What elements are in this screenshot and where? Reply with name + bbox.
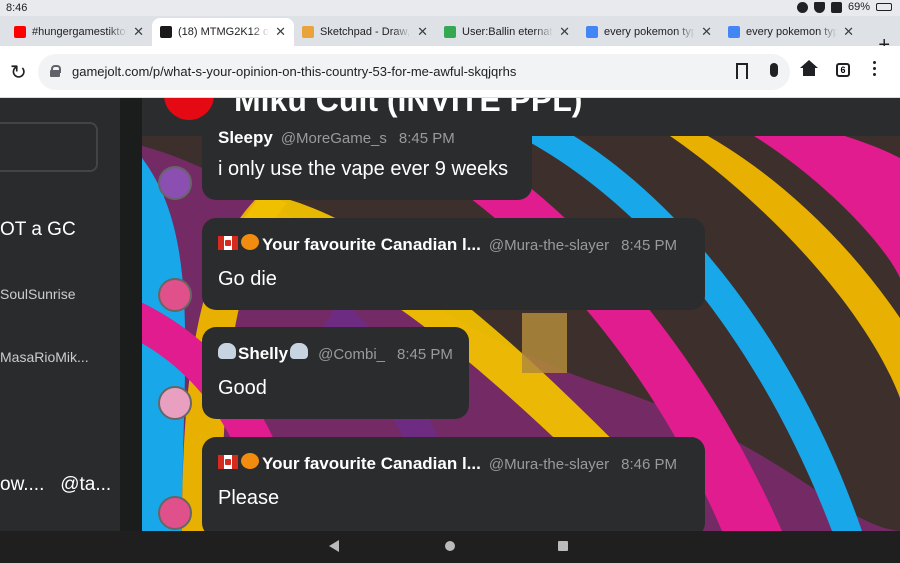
pumpkin-icon [241, 453, 259, 469]
avatar[interactable] [158, 496, 192, 530]
tab-user-ballin[interactable]: User:Ballin eternatus ✕ [436, 18, 578, 46]
lock-icon[interactable] [50, 65, 61, 77]
message-handle[interactable]: @Combi_ [318, 346, 385, 363]
address-bar[interactable]: gamejolt.com/p/what-s-your-opinion-on-th… [38, 54, 790, 90]
pumpkin-icon [241, 234, 259, 250]
sidebar-search-input[interactable] [0, 122, 98, 172]
message-bubble: Sleepy @MoreGame_s 8:45 PM i only use th… [202, 118, 532, 200]
airplane-icon [830, 1, 842, 13]
tab-strip: #hungergamestiktok ✕ (18) MTMG2K12 on G … [0, 16, 900, 56]
message-text: Please [218, 487, 280, 509]
notification-icon [796, 1, 808, 13]
message-time: 8:45 PM [397, 346, 453, 363]
sidebar-item[interactable]: MasaRioMik... [0, 349, 89, 365]
bookmark-icon[interactable] [736, 63, 748, 79]
status-icons: 69% [796, 1, 892, 13]
avatar[interactable] [158, 386, 192, 420]
message-bubble: Shelly @Combi_ 8:45 PM Good [202, 327, 469, 419]
status-time: 8:46 [6, 2, 28, 14]
message-bubble: Your favourite Canadian l... @Mura-the-s… [202, 437, 705, 531]
mic-icon[interactable] [770, 63, 778, 77]
close-icon[interactable]: ✕ [701, 24, 712, 40]
android-nav-bar [0, 531, 900, 563]
chat-title: Miku Cult (INVITE PPL) [234, 98, 583, 118]
canada-flag-icon [218, 236, 238, 250]
url-text[interactable]: gamejolt.com/p/what-s-your-opinion-on-th… [72, 64, 516, 79]
message-handle[interactable]: @Mura-the-slayer [489, 456, 609, 473]
close-icon[interactable]: ✕ [843, 24, 854, 40]
message-handle[interactable]: @Mura-the-slayer [489, 237, 609, 254]
wifi-icon [813, 1, 825, 13]
tab-hungergames[interactable]: #hungergamestiktok ✕ [6, 18, 152, 46]
message-time: 8:46 PM [621, 456, 677, 473]
shell-icon [218, 343, 236, 359]
home-icon[interactable] [800, 60, 818, 76]
close-icon[interactable]: ✕ [417, 24, 428, 40]
reload-icon[interactable]: ↻ [10, 60, 27, 85]
message-text: Go die [218, 268, 277, 290]
tab-pokemon-1[interactable]: every pokemon type t ✕ [578, 18, 720, 46]
youtube-icon [14, 26, 26, 38]
wiki-icon [444, 26, 456, 38]
group-avatar[interactable] [164, 98, 214, 120]
tab-mtmg2k12[interactable]: (18) MTMG2K12 on G ✕ [152, 18, 294, 46]
message-username[interactable]: Your favourite Canadian l... [262, 454, 481, 474]
message-time: 8:45 PM [621, 237, 677, 254]
tab-sketchpad[interactable]: Sketchpad - Draw, Cre ✕ [294, 18, 436, 46]
close-icon[interactable]: ✕ [275, 24, 286, 40]
chat-panel: Miku Cult (INVITE PPL) Sleepy @MoreGame_… [142, 98, 900, 531]
back-icon[interactable] [329, 540, 339, 552]
status-bar: 8:46 69% [0, 0, 900, 16]
message-bubble: Your favourite Canadian l... @Mura-the-s… [202, 218, 705, 310]
avatar[interactable] [158, 166, 192, 200]
menu-icon[interactable] [873, 61, 877, 79]
sketchpad-icon [302, 26, 314, 38]
shell-icon [290, 343, 309, 359]
canada-flag-icon [218, 455, 238, 469]
recents-icon[interactable] [558, 541, 568, 551]
message-username[interactable]: Shelly [238, 344, 288, 364]
message-text: Good [218, 377, 267, 399]
message-username[interactable]: Sleepy [218, 128, 273, 148]
toolbar: ↻ gamejolt.com/p/what-s-your-opinion-on-… [0, 46, 900, 98]
search-icon [586, 26, 598, 38]
close-icon[interactable]: ✕ [133, 24, 144, 40]
avatar[interactable] [158, 278, 192, 312]
tab-switcher-button[interactable]: 6 [836, 63, 850, 77]
battery-icon [876, 3, 892, 11]
sidebar-item[interactable]: ow.... @ta... [0, 474, 111, 496]
message-text: i only use the vape ever 9 weeks [218, 158, 509, 180]
panel-divider [120, 98, 142, 531]
message-username[interactable]: Your favourite Canadian l... [262, 235, 481, 255]
battery-percent: 69% [847, 1, 870, 13]
message-handle[interactable]: @MoreGame_s [281, 130, 387, 147]
sidebar-item[interactable]: OT a GC [0, 219, 76, 241]
message-time: 8:45 PM [398, 130, 455, 147]
chat-list-sidebar: OT a GC SoulSunrise MasaRioMik... ow....… [0, 98, 120, 531]
search-icon [728, 26, 740, 38]
sidebar-item[interactable]: SoulSunrise [0, 286, 76, 302]
tab-pokemon-2[interactable]: every pokemon type t ✕ [720, 18, 862, 46]
close-icon[interactable]: ✕ [559, 24, 570, 40]
gamejolt-icon [160, 26, 172, 38]
nav-home-icon[interactable] [445, 541, 455, 551]
